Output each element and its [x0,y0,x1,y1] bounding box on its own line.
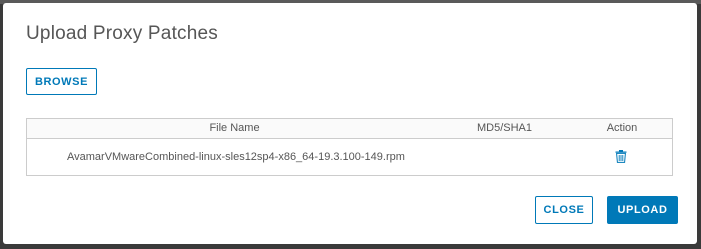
table-header: File Name MD5/SHA1 Action [27,119,672,139]
close-button[interactable]: CLOSE [535,196,593,224]
trash-icon[interactable] [615,150,627,163]
table-row: AvamarVMwareCombined-linux-sles12sp4-x86… [27,138,672,175]
patches-table: File Name MD5/SHA1 Action AvamarVMwareCo… [26,118,673,176]
column-header-action: Action [606,122,638,134]
upload-button[interactable]: UPLOAD [607,196,678,224]
upload-proxy-patches-dialog: Upload Proxy Patches BROWSE File Name MD… [3,3,697,244]
column-header-file-name[interactable]: File Name [27,122,442,134]
file-name-cell: AvamarVMwareCombined-linux-sles12sp4-x86… [67,151,405,163]
column-header-md5-sha1[interactable]: MD5/SHA1 [442,122,567,134]
browse-button[interactable]: BROWSE [26,68,97,95]
dialog-title: Upload Proxy Patches [26,23,218,44]
